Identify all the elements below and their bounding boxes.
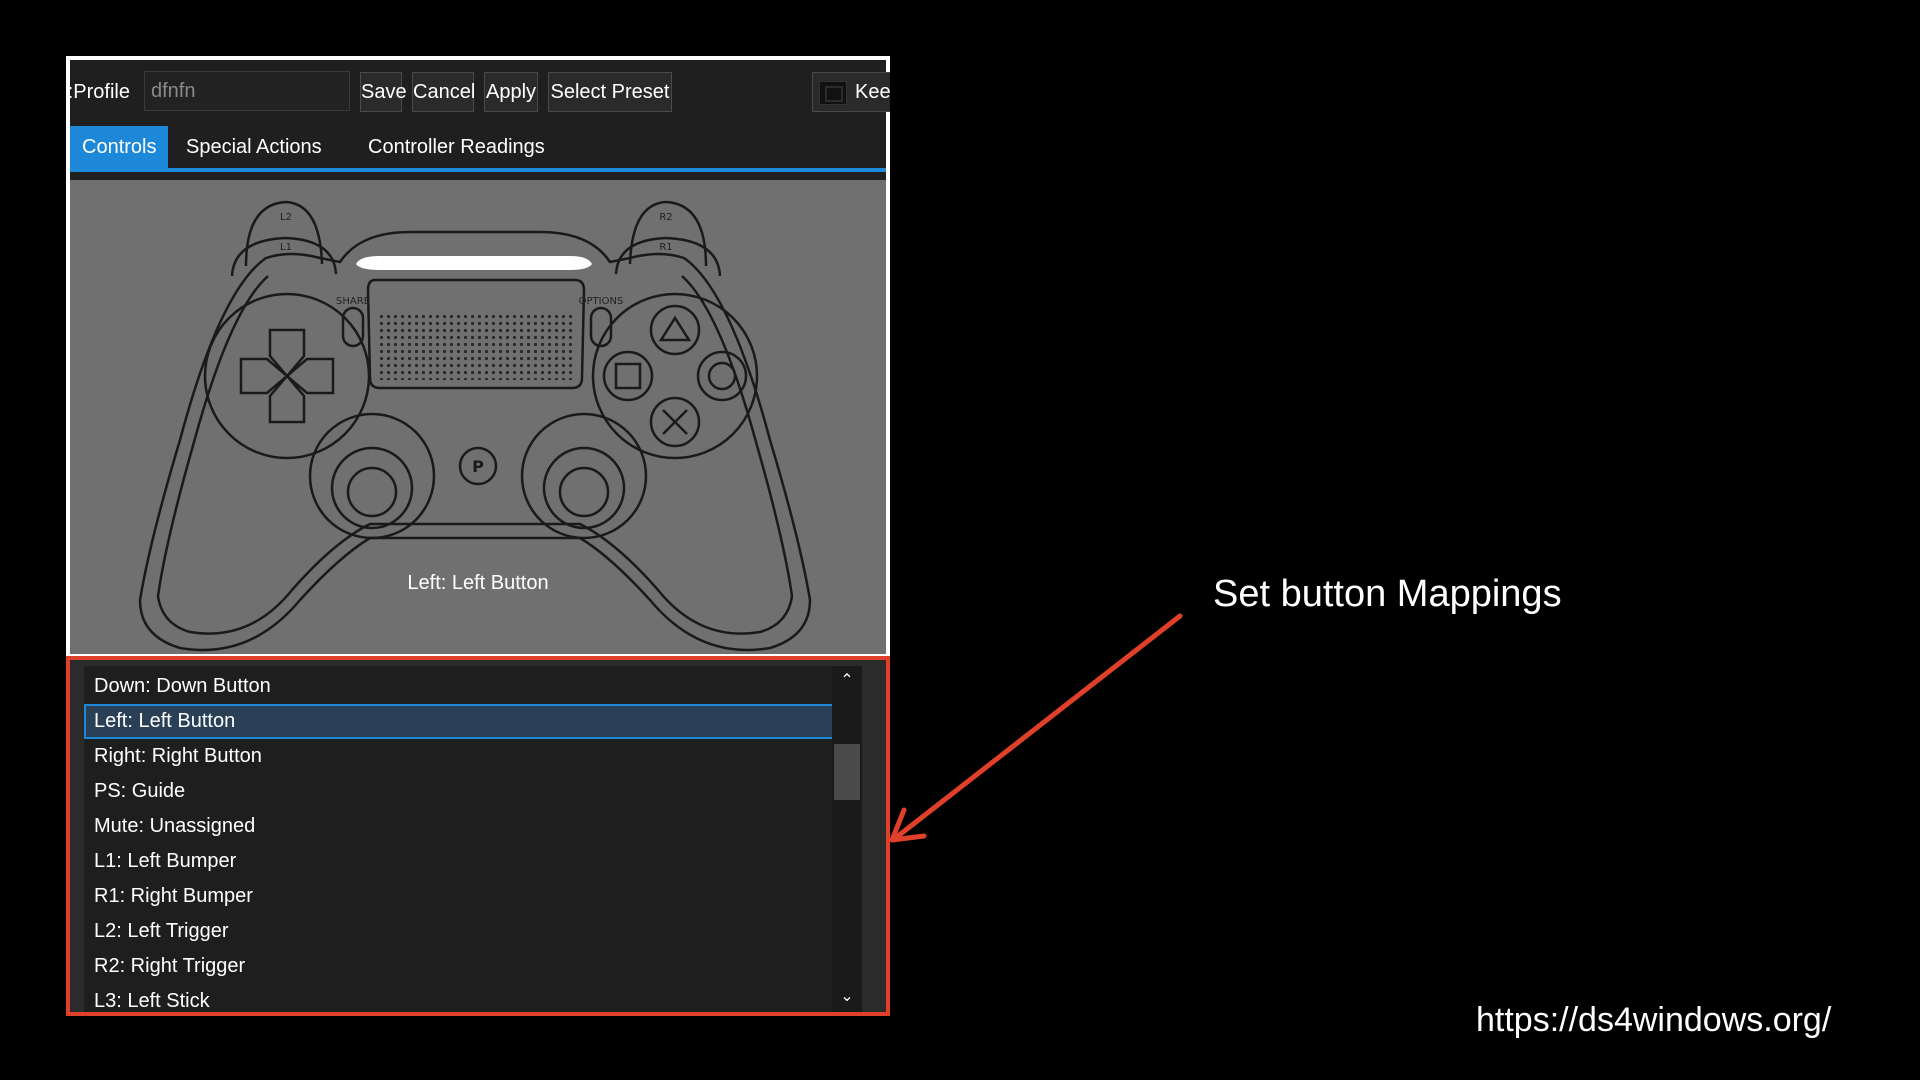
annotation-text: Set button Mappings — [1213, 573, 1562, 615]
annotation-arrow — [889, 613, 1183, 843]
website-url: https://ds4windows.org/ — [1476, 1001, 1832, 1039]
arrow-shaft — [895, 613, 1183, 839]
